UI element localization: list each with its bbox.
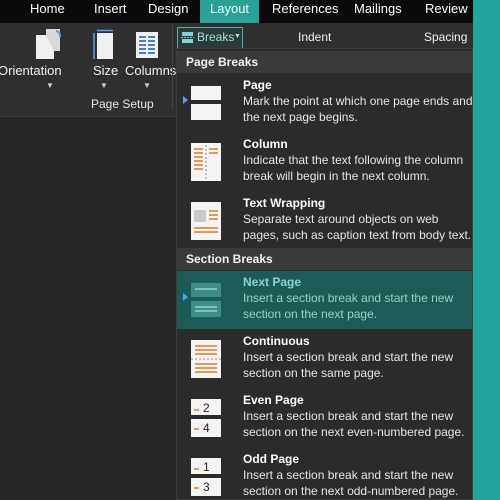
menu-item-title: Odd Page — [243, 452, 300, 466]
page-breaks-header: Page Breaks — [177, 51, 472, 73]
menu-item-title: Page — [243, 78, 272, 92]
breaks-dropdown-menu: Page Breaks Page Mark the point at which… — [176, 48, 473, 500]
menu-item-description: Separate text around objects on web page… — [243, 212, 472, 242]
menu-item-even-page[interactable]: 2 4 Even Page Insert a section break and… — [177, 389, 472, 447]
menu-item-text-wrapping[interactable]: Text Wrapping Separate text around objec… — [177, 192, 472, 250]
breaks-button[interactable]: Breaks ▼ — [177, 27, 243, 49]
menu-item-description: Insert a section break and start the new… — [243, 291, 454, 321]
columns-label: Columns — [125, 63, 177, 78]
ribbon-tab-bar: Home Insert Design Layout References Mai… — [0, 0, 473, 23]
chevron-down-icon: ▼ — [100, 81, 108, 90]
next-page-break-icon — [191, 283, 221, 317]
tab-references[interactable]: References — [272, 0, 338, 23]
chevron-down-icon: ▼ — [46, 81, 54, 90]
breaks-icon — [181, 32, 194, 43]
menu-item-description: Insert a section break and start the new… — [243, 350, 454, 380]
menu-item-odd-page[interactable]: 1 3 Odd Page Insert a section break and … — [177, 448, 472, 500]
ribbon-divider — [172, 24, 173, 110]
orientation-button[interactable]: Orientation ▼ — [0, 23, 85, 95]
tab-mailings[interactable]: Mailings — [354, 0, 402, 23]
icon-number: 3 — [203, 480, 210, 494]
menu-item-description: Insert a section break and start the new… — [243, 468, 459, 498]
page-break-icon — [191, 86, 221, 120]
tab-home[interactable]: Home — [30, 0, 65, 23]
menu-item-description: Mark the point at which one page ends an… — [243, 94, 473, 124]
columns-button[interactable]: Columns ▼ — [122, 23, 176, 95]
chevron-down-icon: ▼ — [143, 81, 151, 90]
column-break-icon — [191, 143, 221, 181]
tab-layout[interactable]: Layout — [200, 0, 260, 23]
menu-item-continuous[interactable]: Continuous Insert a section break and st… — [177, 330, 472, 388]
size-button[interactable]: Size ▼ — [86, 23, 120, 95]
size-icon — [93, 29, 113, 59]
icon-number: 2 — [203, 401, 210, 415]
tab-design[interactable]: Design — [148, 0, 188, 23]
continuous-break-icon — [191, 340, 221, 378]
word-window: Home Insert Design Layout References Mai… — [0, 0, 473, 500]
section-breaks-header: Section Breaks — [177, 248, 472, 270]
menu-item-title: Next Page — [243, 275, 302, 289]
tab-review[interactable]: Review — [425, 0, 468, 23]
orientation-label: Orientation — [0, 63, 62, 78]
menu-item-title: Text Wrapping — [243, 196, 326, 210]
menu-item-title: Column — [243, 137, 288, 151]
menu-item-title: Continuous — [243, 334, 310, 348]
menu-item-next-page[interactable]: Next Page Insert a section break and sta… — [177, 271, 472, 329]
menu-item-page[interactable]: Page Mark the point at which one page en… — [177, 74, 473, 132]
page-setup-group-label: Page Setup — [91, 97, 154, 111]
menu-item-description: Indicate that the text following the col… — [243, 153, 464, 183]
chevron-down-icon: ▼ — [234, 33, 241, 40]
columns-icon — [136, 32, 158, 58]
indent-label: Indent — [298, 30, 332, 44]
menu-item-title: Even Page — [243, 393, 304, 407]
text-wrapping-break-icon — [191, 202, 221, 240]
odd-page-break-icon: 1 3 — [191, 458, 221, 496]
menu-item-column[interactable]: Column Indicate that the text following … — [177, 133, 472, 191]
menu-item-description: Insert a section break and start the new… — [243, 409, 465, 439]
even-page-break-icon: 2 4 — [191, 399, 221, 437]
orientation-icon — [36, 29, 61, 59]
icon-number: 1 — [203, 460, 210, 474]
tab-insert[interactable]: Insert — [94, 0, 127, 23]
spacing-label: Spacing — [424, 30, 468, 44]
icon-number: 4 — [203, 421, 210, 435]
breaks-label: Breaks — [197, 30, 235, 44]
size-label: Size — [93, 63, 119, 78]
